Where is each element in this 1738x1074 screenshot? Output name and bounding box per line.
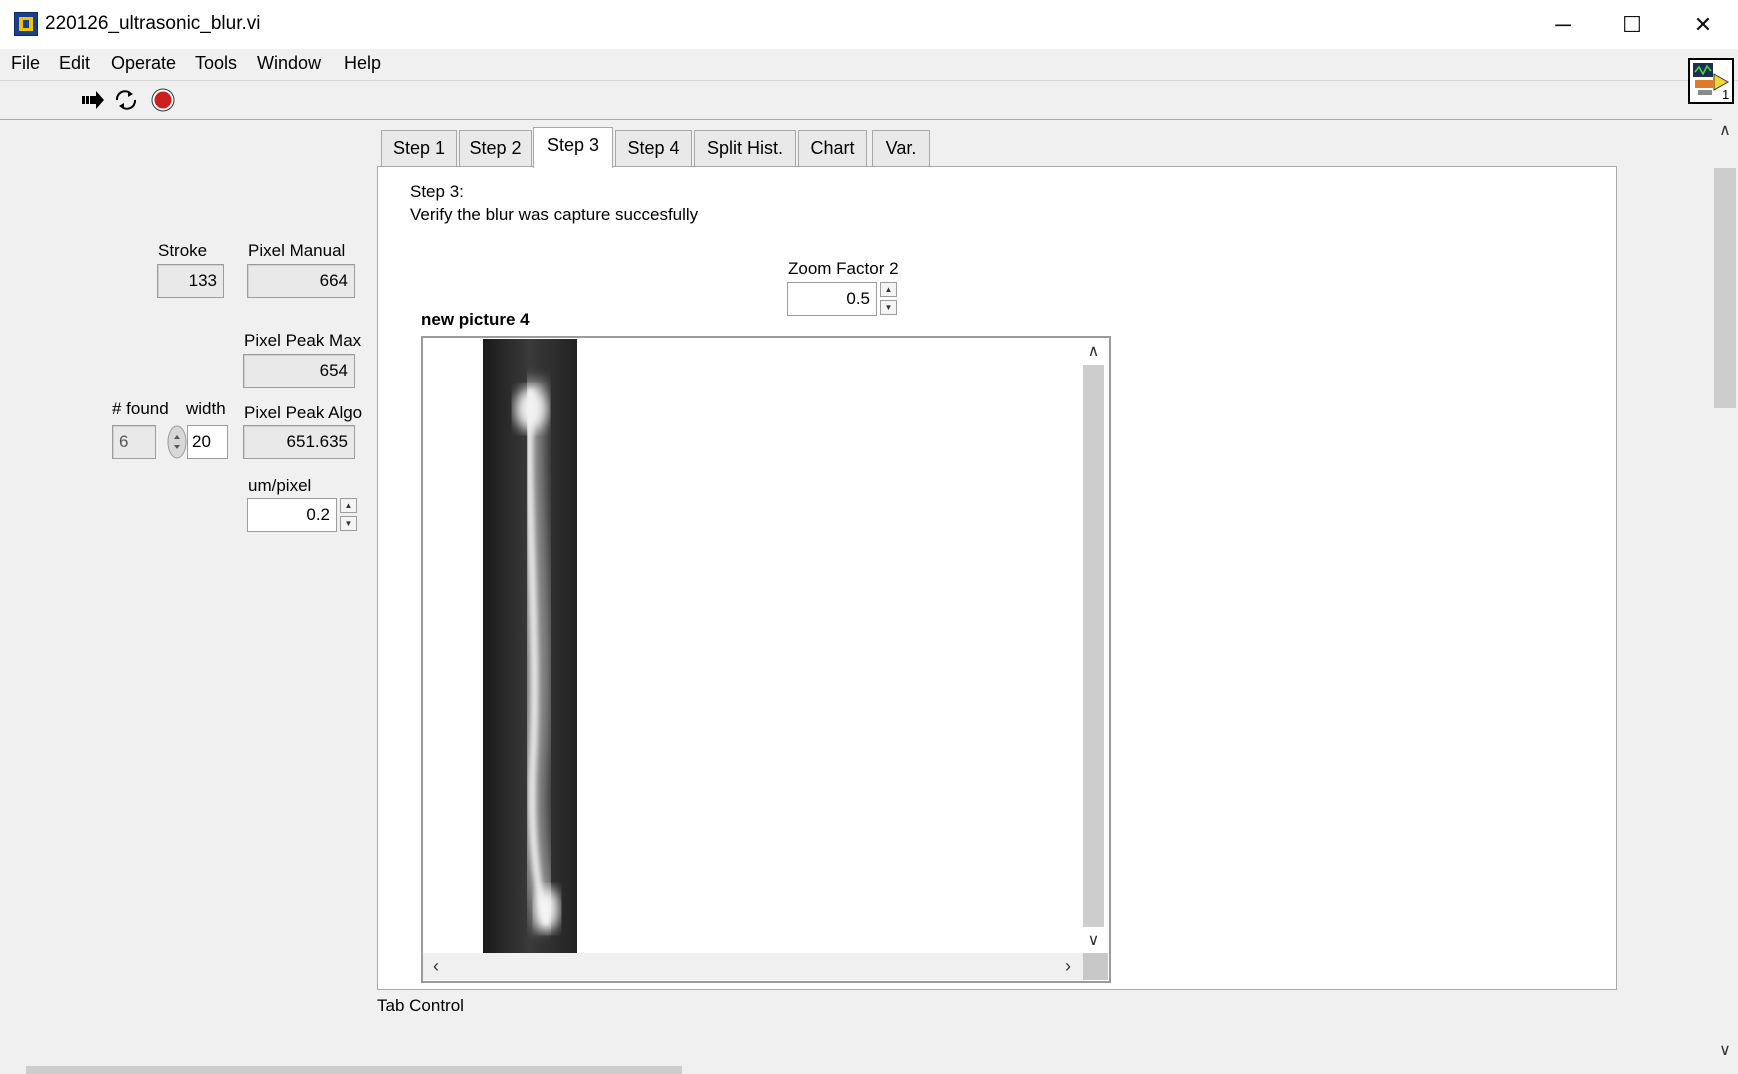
scroll-right-arrow-icon[interactable]: › [1060, 956, 1076, 977]
window-scroll-up-arrow-icon[interactable]: ∧ [1714, 120, 1736, 140]
tab-step-3[interactable]: Step 3 [533, 127, 613, 168]
close-button[interactable]: ✕ [1668, 0, 1738, 49]
labview-app-icon [14, 12, 38, 36]
window-title: 220126_ultrasonic_blur.vi [45, 13, 261, 34]
toolbar [0, 80, 1738, 120]
picture-horizontal-scrollbar[interactable] [423, 953, 1083, 980]
found-indicator: 6 [112, 425, 156, 459]
tab-step-4[interactable]: Step 4 [615, 130, 692, 166]
picture-label: new picture 4 [421, 310, 530, 329]
menu-file[interactable]: File [11, 53, 40, 74]
picture-vertical-scroll-thumb[interactable] [1083, 365, 1104, 927]
increment-arrow-icon[interactable]: ▲ [880, 282, 897, 297]
pixel-manual-indicator: 664 [247, 264, 355, 298]
width-control[interactable]: 20 [187, 425, 228, 459]
tab-step-1[interactable]: Step 1 [381, 130, 457, 166]
menu-help[interactable]: Help [344, 53, 381, 74]
pixel-peak-max-label: Pixel Peak Max [244, 331, 362, 350]
window-horizontal-scroll-thumb[interactable] [26, 1066, 682, 1074]
pixel-peak-algo-indicator: 651.635 [243, 425, 355, 459]
menu-operate[interactable]: Operate [111, 53, 176, 74]
tab-chart[interactable]: Chart [798, 130, 867, 166]
title-bar [0, 0, 1738, 50]
tab-split-hist[interactable]: Split Hist. [694, 130, 796, 166]
tab-control-label: Tab Control [377, 996, 464, 1015]
abort-stop-icon[interactable] [151, 88, 175, 112]
pixel-peak-max-indicator: 654 [243, 354, 355, 388]
step3-instruction: Verify the blur was capture succesfully [410, 205, 699, 224]
pixel-peak-algo-label: Pixel Peak Algo [244, 403, 363, 422]
zoom-factor-control[interactable]: 0.5 [787, 282, 877, 316]
step3-heading: Step 3: [410, 182, 464, 201]
decrement-arrow-icon[interactable]: ▼ [880, 300, 897, 315]
scroll-up-arrow-icon[interactable]: ∧ [1083, 341, 1104, 361]
scroll-left-arrow-icon[interactable]: ‹ [428, 956, 444, 977]
zoom-factor-spinner[interactable]: ▲ ▼ [880, 282, 898, 316]
decrement-arrow-icon[interactable]: ▼ [340, 516, 357, 531]
maximize-button[interactable]: ☐ [1597, 0, 1667, 49]
increment-arrow-icon[interactable]: ▲ [340, 498, 357, 513]
width-label: width [186, 399, 226, 418]
window-vertical-scroll-thumb[interactable] [1714, 168, 1736, 408]
pixel-manual-label: Pixel Manual [248, 241, 346, 260]
stroke-indicator: 133 [157, 264, 224, 298]
vi-instance-badge: 1 [1722, 87, 1730, 102]
um-per-pixel-label: um/pixel [248, 476, 312, 495]
window-scroll-down-arrow-icon[interactable]: ∨ [1714, 1040, 1736, 1060]
scroll-corner [1083, 953, 1108, 980]
stroke-label: Stroke [158, 241, 208, 260]
um-per-pixel-spinner[interactable]: ▲ ▼ [340, 498, 358, 532]
run-continuously-icon[interactable] [113, 88, 139, 112]
minimize-button[interactable]: ─ [1528, 0, 1598, 49]
tab-step-2[interactable]: Step 2 [459, 130, 532, 166]
blur-image [483, 339, 577, 953]
width-spin-buttons[interactable] [167, 425, 187, 459]
found-label: # found [112, 399, 169, 418]
menu-window[interactable]: Window [257, 53, 321, 74]
menu-edit[interactable]: Edit [59, 53, 90, 74]
um-per-pixel-control[interactable]: 0.2 [247, 498, 337, 532]
menu-tools[interactable]: Tools [195, 53, 237, 74]
zoom-factor-label: Zoom Factor 2 [788, 259, 899, 278]
scroll-down-arrow-icon[interactable]: ∨ [1083, 930, 1104, 950]
tab-var[interactable]: Var. [872, 130, 930, 166]
run-arrow-icon[interactable] [80, 89, 106, 111]
